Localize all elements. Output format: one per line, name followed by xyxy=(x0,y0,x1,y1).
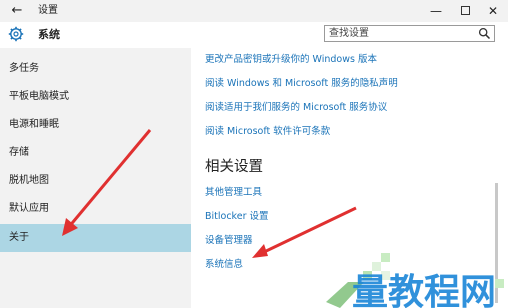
sidebar-item-multitasking[interactable]: 多任务 xyxy=(0,56,191,82)
link-change-product-key[interactable]: 更改产品密钥或升级你的 Windows 版本 xyxy=(205,53,377,66)
scrollbar[interactable] xyxy=(494,48,500,308)
back-button[interactable]: ← xyxy=(8,2,26,20)
sidebar-item-offline-maps[interactable]: 脱机地图 xyxy=(0,168,191,194)
minimize-button[interactable]: — xyxy=(427,2,445,20)
scrollbar-thumb[interactable] xyxy=(495,183,498,303)
search-icon[interactable] xyxy=(478,27,491,40)
link-bitlocker-settings[interactable]: Bitlocker 设置 xyxy=(205,210,269,223)
link-privacy-statement[interactable]: 阅读 Windows 和 Microsoft 服务的隐私声明 xyxy=(205,77,398,90)
settings-window: ← 设置 — ✕ 系统 多任务 平板电脑模式 电源和睡眠 存储 脱机地图 默认应… xyxy=(0,0,508,308)
link-device-manager[interactable]: 设备管理器 xyxy=(205,234,253,247)
link-license-terms[interactable]: 阅读 Microsoft 软件许可条款 xyxy=(205,125,330,138)
title-bar: ← 设置 — ✕ xyxy=(0,0,508,22)
sidebar-item-default-apps[interactable]: 默认应用 xyxy=(0,196,191,222)
sidebar-item-tablet-mode[interactable]: 平板电脑模式 xyxy=(0,84,191,110)
sidebar-item-power-sleep[interactable]: 电源和睡眠 xyxy=(0,112,191,138)
search-box[interactable] xyxy=(324,25,495,42)
search-input[interactable] xyxy=(329,26,469,41)
maximize-button[interactable] xyxy=(456,2,474,20)
link-services-agreement[interactable]: 阅读适用于我们服务的 Microsoft 服务协议 xyxy=(205,101,387,114)
sidebar: 多任务 平板电脑模式 电源和睡眠 存储 脱机地图 默认应用 关于 xyxy=(0,48,191,308)
gear-icon xyxy=(8,26,24,42)
page-title: 系统 xyxy=(38,28,60,41)
sidebar-item-storage[interactable]: 存储 xyxy=(0,140,191,166)
close-button[interactable]: ✕ xyxy=(484,2,502,20)
window-title: 设置 xyxy=(38,5,58,16)
link-admin-tools[interactable]: 其他管理工具 xyxy=(205,186,262,199)
main-content: 更改产品密钥或升级你的 Windows 版本 阅读 Windows 和 Micr… xyxy=(191,48,508,308)
link-system-info[interactable]: 系统信息 xyxy=(205,258,243,271)
sidebar-item-about[interactable]: 关于 xyxy=(0,224,191,252)
maximize-icon xyxy=(460,6,470,15)
related-settings-heading: 相关设置 xyxy=(205,159,263,175)
